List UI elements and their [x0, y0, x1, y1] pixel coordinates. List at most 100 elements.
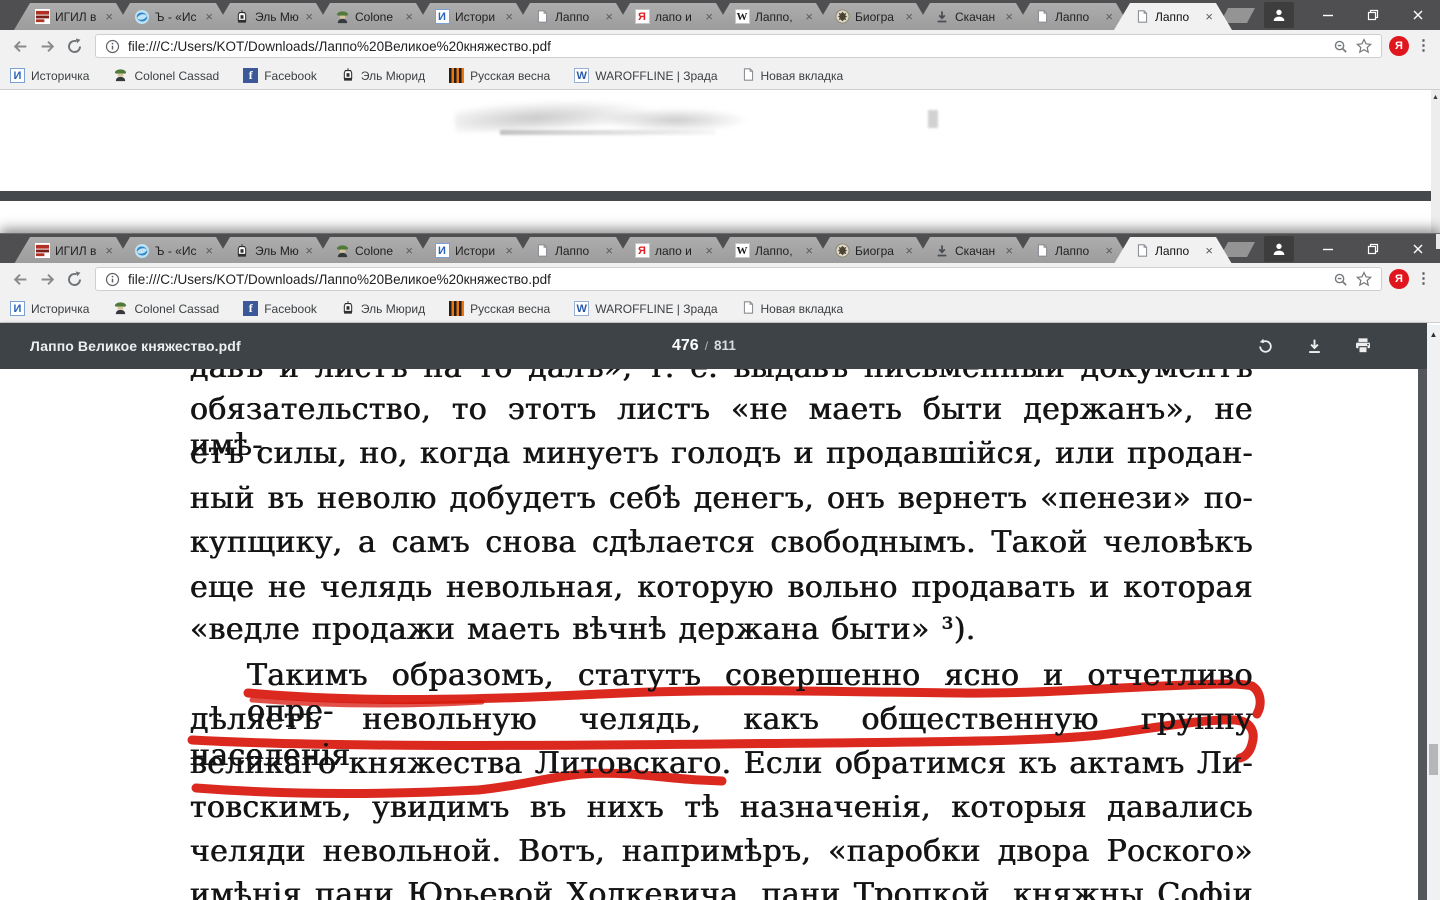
tab-close-icon[interactable]: ×	[505, 10, 513, 23]
current-page[interactable]: 476	[672, 337, 699, 355]
chrome-menu-button[interactable]: ⋮	[1416, 43, 1430, 49]
scroll-up-icon[interactable]: ▲	[1427, 330, 1440, 339]
bookmark-star-icon[interactable]	[1356, 38, 1372, 54]
browser-tab[interactable]: Ъ - «Ис×	[114, 3, 232, 30]
download-button[interactable]	[1305, 337, 1323, 355]
tab-close-icon[interactable]: ×	[1205, 244, 1213, 257]
zoom-out-icon[interactable]	[1333, 272, 1348, 287]
bookmark-item[interactable]: fFacebook	[243, 68, 317, 83]
back-button[interactable]	[10, 36, 30, 56]
tab-close-icon[interactable]: ×	[805, 10, 813, 23]
browser-tab[interactable]: Colone×	[314, 237, 432, 264]
browser-tab[interactable]: Скачан×	[914, 3, 1032, 30]
tab-close-icon[interactable]: ×	[1105, 244, 1113, 257]
reload-button[interactable]	[64, 36, 84, 56]
browser-tab[interactable]: ИГИЛ в×	[14, 3, 132, 30]
scroll-up-icon[interactable]: ▲	[1431, 94, 1440, 101]
forward-button[interactable]	[37, 36, 57, 56]
bookmark-item[interactable]: Русская весна	[449, 68, 550, 83]
tab-close-icon[interactable]: ×	[905, 244, 913, 257]
page-indicator[interactable]: 476 / 811	[672, 337, 736, 355]
bookmark-item[interactable]: fFacebook	[243, 301, 317, 316]
bookmark-item[interactable]: ИИсторичка	[10, 68, 89, 83]
bookmark-item[interactable]: WWAROFFLINE | Зрада	[574, 301, 717, 316]
tab-close-icon[interactable]: ×	[105, 10, 113, 23]
rotate-button[interactable]	[1256, 337, 1274, 355]
tab-close-icon[interactable]: ×	[205, 10, 213, 23]
scrollbar[interactable]: ▲	[1431, 90, 1440, 233]
browser-tab[interactable]: Скачан×	[914, 237, 1032, 264]
bookmark-item[interactable]: Русская весна	[449, 301, 550, 316]
zoom-out-icon[interactable]	[1333, 39, 1348, 54]
tab-close-icon[interactable]: ×	[705, 244, 713, 257]
minimize-button[interactable]	[1305, 234, 1350, 263]
tab-close-icon[interactable]: ×	[205, 244, 213, 257]
bookmark-item[interactable]: ИИсторичка	[10, 301, 89, 316]
restore-button[interactable]	[1350, 234, 1395, 263]
bookmark-item[interactable]: Colonel Cassad	[113, 67, 219, 85]
browser-tab-active[interactable]: Лаппо×	[1114, 3, 1232, 30]
tab-close-icon[interactable]: ×	[805, 244, 813, 257]
browser-tab-active[interactable]: Лаппо×	[1114, 237, 1232, 264]
tab-close-icon[interactable]: ×	[1005, 244, 1013, 257]
restore-button[interactable]	[1350, 0, 1395, 29]
browser-tab[interactable]: Биогра×	[814, 237, 932, 264]
tab-close-icon[interactable]: ×	[505, 244, 513, 257]
page-info-icon[interactable]	[105, 272, 120, 287]
url-text[interactable]: file:///C:/Users/KOT/Downloads/Лаппо%20В…	[128, 39, 1325, 54]
browser-tab[interactable]: ИИстори×	[414, 237, 532, 264]
address-bar[interactable]: file:///C:/Users/KOT/Downloads/Лаппо%20В…	[95, 267, 1382, 291]
back-button[interactable]	[10, 269, 30, 289]
yandex-extension-icon[interactable]: Я	[1389, 36, 1409, 56]
scrollbar-thumb[interactable]	[1429, 744, 1438, 775]
tab-close-icon[interactable]: ×	[705, 10, 713, 23]
tab-close-icon[interactable]: ×	[1005, 10, 1013, 23]
browser-tab[interactable]: Биогра×	[814, 3, 932, 30]
tab-close-icon[interactable]: ×	[405, 244, 413, 257]
close-button[interactable]	[1395, 0, 1440, 29]
tab-close-icon[interactable]: ×	[1105, 10, 1113, 23]
browser-tab[interactable]: Лаппо×	[514, 3, 632, 30]
reload-button[interactable]	[64, 269, 84, 289]
bookmark-item[interactable]: Новая вкладка	[742, 67, 844, 85]
browser-tab[interactable]: ИГИЛ в×	[14, 237, 132, 264]
profile-button[interactable]	[1264, 2, 1294, 28]
chrome-menu-button[interactable]: ⋮	[1416, 276, 1430, 282]
bookmark-star-icon[interactable]	[1356, 271, 1372, 287]
url-text[interactable]: file:///C:/Users/KOT/Downloads/Лаппо%20В…	[128, 272, 1325, 287]
yandex-extension-icon[interactable]: Я	[1389, 269, 1409, 289]
tab-close-icon[interactable]: ×	[605, 10, 613, 23]
tab-close-icon[interactable]: ×	[605, 244, 613, 257]
tab-close-icon[interactable]: ×	[105, 244, 113, 257]
bookmark-item[interactable]: WWAROFFLINE | Зрада	[574, 68, 717, 83]
minimize-button[interactable]	[1305, 0, 1350, 29]
bookmark-item[interactable]: Эль Мюрид	[341, 300, 425, 318]
browser-tab[interactable]: WЛаппо,×	[714, 3, 832, 30]
pdf-viewport[interactable]: давъ и листъ на то далъ», т. е. выдавъ п…	[0, 369, 1427, 900]
profile-button[interactable]	[1264, 236, 1294, 262]
browser-tab[interactable]: Ъ - «Ис×	[114, 237, 232, 264]
browser-tab[interactable]: Лаппо×	[1014, 3, 1132, 30]
tab-close-icon[interactable]: ×	[905, 10, 913, 23]
tab-close-icon[interactable]: ×	[305, 244, 313, 257]
tab-close-icon[interactable]: ×	[305, 10, 313, 23]
page-info-icon[interactable]	[105, 39, 120, 54]
browser-tab[interactable]: Лаппо×	[1014, 237, 1132, 264]
browser-tab[interactable]: ИИстори×	[414, 3, 532, 30]
address-bar[interactable]: file:///C:/Users/KOT/Downloads/Лаппо%20В…	[95, 34, 1382, 58]
tab-close-icon[interactable]: ×	[1205, 10, 1213, 23]
bookmark-item[interactable]: Новая вкладка	[742, 300, 844, 318]
browser-tab[interactable]: Ялапо и×	[614, 3, 732, 30]
close-button[interactable]	[1395, 234, 1440, 263]
browser-tab[interactable]: WЛаппо,×	[714, 237, 832, 264]
tab-close-icon[interactable]: ×	[405, 10, 413, 23]
browser-tab[interactable]: Colone×	[314, 3, 432, 30]
forward-button[interactable]	[37, 269, 57, 289]
bookmark-item[interactable]: Эль Мюрид	[341, 67, 425, 85]
print-button[interactable]	[1354, 337, 1372, 355]
browser-tab[interactable]: Ялапо и×	[614, 237, 732, 264]
bookmark-item[interactable]: Colonel Cassad	[113, 300, 219, 318]
scrollbar[interactable]: ▲	[1427, 325, 1440, 900]
browser-tab[interactable]: Эль Мю×	[214, 3, 332, 30]
browser-tab[interactable]: Эль Мю×	[214, 237, 332, 264]
